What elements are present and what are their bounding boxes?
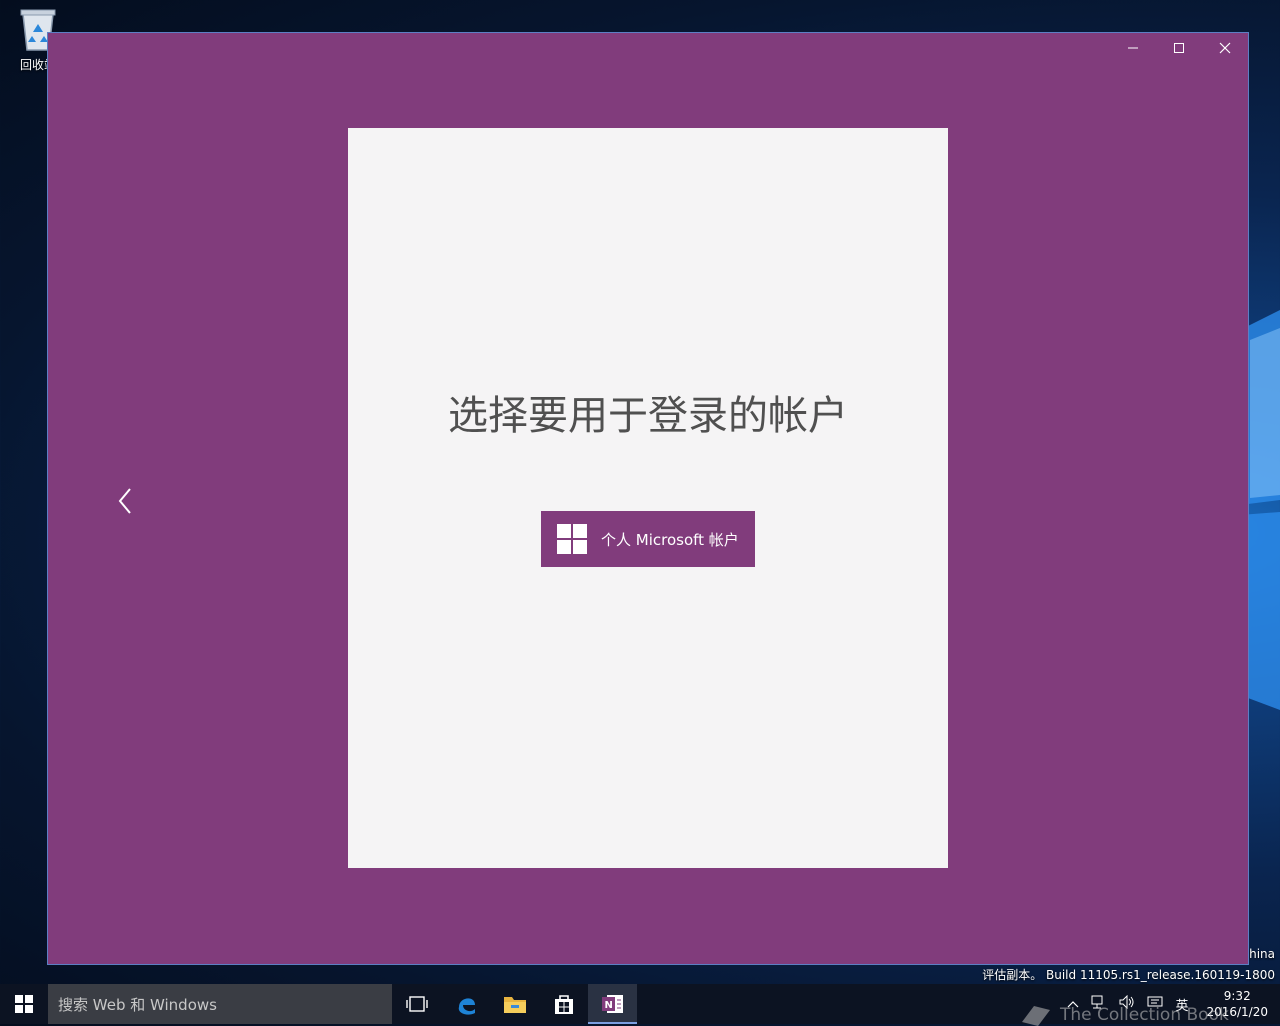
message-button[interactable] <box>1141 995 1169 1013</box>
clock-time: 9:32 <box>1223 989 1251 1003</box>
message-icon <box>1147 996 1163 1007</box>
account-button-label: 个人 Microsoft 帐户 <box>601 530 739 549</box>
chevron-up-icon <box>1068 1000 1079 1007</box>
microsoft-account-button[interactable]: 个人 Microsoft 帐户 <box>541 511 755 567</box>
edge-icon <box>458 998 475 1015</box>
windows-start-icon <box>15 995 33 1013</box>
windows-logo-icon <box>557 524 587 554</box>
search-placeholder: 搜索 Web 和 Windows <box>58 995 217 1014</box>
task-view-icon <box>405 996 428 1012</box>
show-hidden-icons-button[interactable] <box>1061 997 1085 1012</box>
volume-button[interactable] <box>1113 994 1141 1013</box>
network-icon <box>1091 995 1103 1009</box>
store-icon <box>554 995 573 1014</box>
clock-date: 2016/1/20 <box>1206 1005 1268 1019</box>
clock[interactable]: 9:32 2016/1/20 <box>1194 988 1280 1020</box>
close-button[interactable] <box>1202 33 1248 63</box>
window-controls <box>1110 33 1248 63</box>
volume-icon <box>1119 994 1134 1010</box>
close-icon <box>1219 42 1231 54</box>
onenote-icon: N <box>601 995 623 1013</box>
back-button[interactable] <box>110 481 140 521</box>
task-view-button[interactable] <box>392 984 441 1024</box>
svg-text:N: N <box>604 1000 612 1011</box>
signin-card: 选择要用于登录的帐户 个人 Microsoft 帐户 <box>348 128 948 868</box>
minimize-button[interactable] <box>1110 33 1156 63</box>
maximize-button[interactable] <box>1156 33 1202 63</box>
onenote-signin-window: 选择要用于登录的帐户 个人 Microsoft 帐户 <box>47 32 1249 965</box>
onenote-button[interactable]: N <box>588 984 637 1024</box>
store-button[interactable] <box>539 984 588 1024</box>
input-language-indicator[interactable]: 英 <box>1169 995 1194 1014</box>
start-button[interactable] <box>0 984 48 1024</box>
minimize-icon <box>1128 47 1138 49</box>
taskbar: 搜索 Web 和 Windows N 英 9:32 2016/1/20 <box>0 984 1280 1024</box>
taskbar-search-box[interactable]: 搜索 Web 和 Windows <box>48 984 392 1024</box>
maximize-icon <box>1174 43 1184 53</box>
build-watermark-line2: 评估副本。 Build 11105.rs1_release.160119-180… <box>982 968 1275 982</box>
chevron-left-icon <box>118 488 131 514</box>
file-explorer-icon <box>503 997 526 1013</box>
page-title: 选择要用于登录的帐户 <box>448 393 848 439</box>
network-button[interactable] <box>1085 995 1113 1013</box>
file-explorer-button[interactable] <box>490 984 539 1024</box>
edge-button[interactable] <box>441 984 490 1024</box>
system-tray: 英 9:32 2016/1/20 <box>1061 984 1280 1024</box>
